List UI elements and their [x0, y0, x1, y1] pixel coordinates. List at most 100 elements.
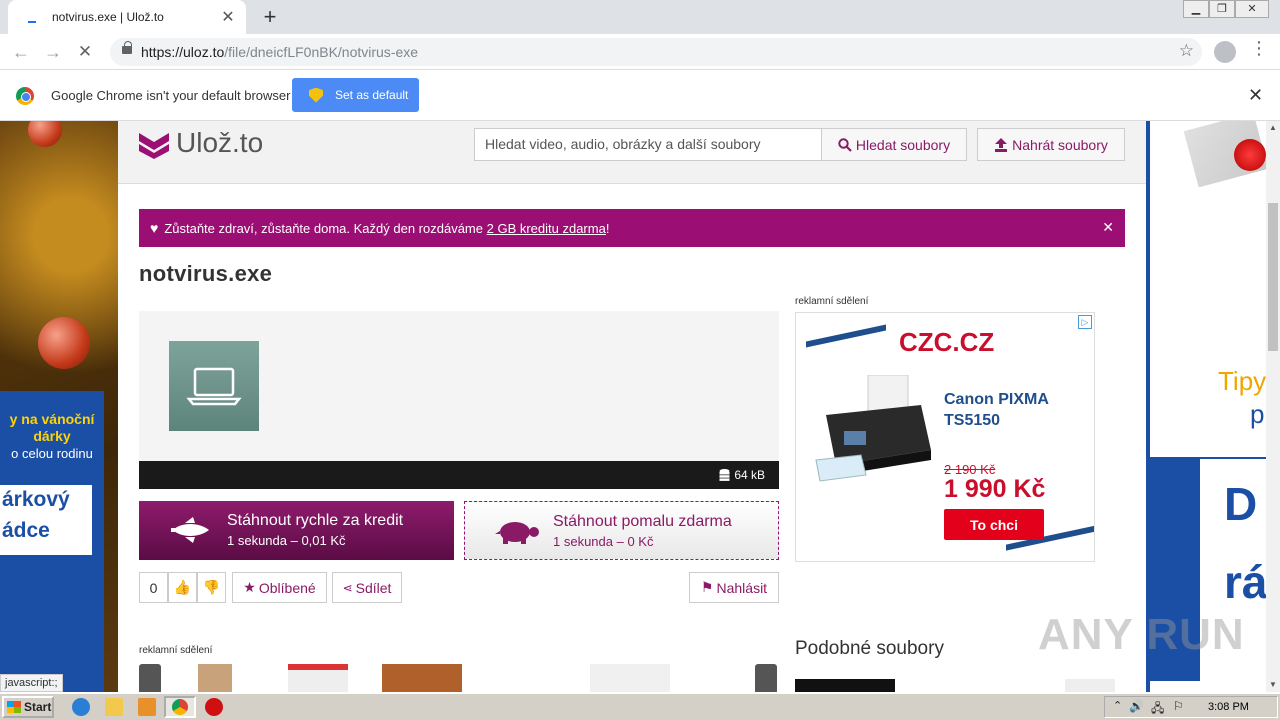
carousel-item[interactable] [198, 664, 232, 692]
flag-tray-icon[interactable]: ⚐ [1173, 699, 1184, 713]
set-default-button[interactable]: Set as default [292, 78, 419, 112]
address-bar[interactable]: https://uloz.to/file/dneicfLF0nBK/notvir… [110, 38, 1202, 66]
thumbs-down-icon: 👎 [202, 579, 221, 595]
czc-ad[interactable]: ▷ CZC.CZ Canon PIXMA TS5150 2 190 Kč 1 99… [795, 312, 1095, 562]
printer-image [815, 375, 931, 482]
report-button[interactable]: ⚑ Nahlásit [689, 572, 779, 603]
ad-label-bottom: reklamní sdělení [139, 645, 213, 656]
ad-cta-button[interactable]: To chci [944, 509, 1044, 540]
ad-decoration [806, 324, 886, 348]
infobar-close-icon[interactable]: ✕ [1248, 85, 1263, 106]
carousel-item[interactable] [382, 664, 462, 692]
ad-product: Canon PIXMA TS5150 [944, 391, 1049, 429]
upload-button-label: Nahrát soubory [1012, 136, 1108, 153]
dislike-button[interactable]: 👎 [197, 572, 226, 603]
network-icon[interactable]: 🖧 [1151, 699, 1164, 720]
heart-icon: ♥ [150, 220, 159, 236]
banner-credit-link[interactable]: 2 GB kreditu zdarma [487, 221, 606, 236]
start-label: Start [24, 700, 52, 714]
new-tab-button[interactable]: + [258, 4, 282, 30]
windows-logo-icon [7, 701, 21, 713]
favorite-button[interactable]: ★ Oblíbené [232, 572, 327, 603]
left-ad-brand: árkový ádce [0, 485, 92, 555]
forward-button[interactable]: → [41, 40, 65, 64]
infobar-message: Google Chrome isn't your default browser [51, 88, 291, 103]
share-label: Sdílet [355, 579, 392, 596]
ad-label: reklamní sdělení [795, 296, 869, 307]
chrome-menu-icon[interactable]: ⋮ [1250, 38, 1268, 59]
uloz-logo-icon[interactable] [139, 129, 169, 159]
folder-icon[interactable] [105, 698, 123, 716]
bookmark-star-icon[interactable]: ☆ [1179, 41, 1194, 61]
ornament-image [28, 121, 62, 147]
opera-icon[interactable] [205, 698, 223, 716]
file-thumbnail [169, 341, 259, 431]
site-header: Ulož.to Hledat video, audio, obrázky a d… [118, 121, 1146, 184]
scroll-down-icon[interactable]: ▼ [1266, 678, 1280, 692]
browser-tab[interactable]: notvirus.exe | Ulož.to ✕ [8, 0, 246, 34]
loading-icon [24, 9, 40, 25]
search-button-label: Hledat soubory [855, 136, 951, 153]
back-button[interactable]: ← [9, 40, 33, 64]
fast-download-button[interactable]: Stáhnout rychle za kredit 1 sekunda – 0,… [139, 501, 454, 560]
search-input[interactable]: Hledat video, audio, obrázky a další sou… [474, 128, 822, 161]
favorite-label: Oblíbené [258, 579, 316, 596]
right-ad-big-text: D [1224, 478, 1258, 530]
upload-icon [995, 137, 1008, 152]
profile-avatar[interactable] [1214, 41, 1236, 63]
like-button[interactable]: 👍 [168, 572, 197, 603]
tab-close-icon[interactable]: ✕ [220, 7, 236, 27]
chrome-icon [172, 699, 188, 715]
rocket-icon [171, 517, 209, 543]
similar-file-thumbnail[interactable] [795, 679, 895, 692]
share-icon: ⋖ [342, 580, 353, 595]
upload-button[interactable]: Nahrát soubory [977, 128, 1125, 161]
site-logo[interactable]: Ulož.to [176, 127, 263, 159]
gift-bow-image [1234, 139, 1266, 171]
clock[interactable]: 3:08 PM [1208, 701, 1249, 713]
media-player-icon[interactable] [138, 698, 156, 716]
right-ad-text: Tipy [1218, 366, 1267, 396]
taskbar: Start ⌃ 🔊 🖧 ⚐ 3:08 PM [0, 692, 1280, 720]
right-side-ad[interactable]: Tipy p D rá [1146, 121, 1269, 681]
maximize-button[interactable]: ❐ [1209, 0, 1235, 18]
volume-icon[interactable]: 🔊 [1129, 699, 1144, 713]
fast-download-title: Stáhnout rychle za kredit [227, 512, 404, 529]
page-viewport: y na vánoční dárky o celou rodinu árkový … [0, 121, 1280, 692]
carousel-item[interactable] [288, 664, 348, 692]
left-ad-brand-line1: árkový [2, 488, 70, 511]
carousel-next-button[interactable] [755, 664, 777, 692]
page-scrollbar[interactable]: ▲ ▼ [1266, 121, 1280, 692]
scroll-up-icon[interactable]: ▲ [1266, 121, 1280, 135]
slow-download-button[interactable]: Stáhnout pomalu zdarma 1 sekunda – 0 Kč [464, 501, 779, 560]
left-side-ad[interactable]: y na vánoční dárky o celou rodinu árkový … [0, 121, 118, 692]
carousel-prev-button[interactable] [139, 664, 161, 692]
search-button[interactable]: Hledat soubory [821, 128, 967, 161]
slow-download-subtitle: 1 sekunda – 0 Kč [553, 534, 654, 549]
chrome-logo-icon [16, 87, 34, 105]
banner-close-icon[interactable]: ✕ [1102, 219, 1114, 236]
carousel-item[interactable] [590, 664, 670, 692]
left-ad-brand-line2: ádce [2, 519, 50, 542]
minimize-button[interactable]: ▁ [1183, 0, 1209, 18]
set-default-label: Set as default [335, 88, 409, 102]
similar-files-heading: Podobné soubory [795, 638, 944, 659]
stop-loading-button[interactable]: ✕ [73, 40, 97, 64]
adchoices-icon[interactable]: ▷ [1078, 315, 1092, 329]
vote-count: 0 [139, 572, 168, 603]
system-tray: ⌃ 🔊 🖧 ⚐ [1104, 696, 1278, 718]
laptop-icon [186, 367, 242, 406]
window-close-button[interactable]: ✕ [1235, 0, 1269, 18]
similar-file-item[interactable] [1065, 679, 1115, 692]
ie-icon[interactable] [72, 698, 90, 716]
tray-expand-icon[interactable]: ⌃ [1113, 699, 1122, 712]
status-bubble: javascript:; [0, 674, 63, 692]
left-ad-headline: y na vánoční dárky [9, 411, 95, 444]
chrome-taskbar-button[interactable] [164, 696, 196, 718]
url-text: https://uloz.to/file/dneicfLF0nBK/notvir… [141, 44, 418, 60]
share-button[interactable]: ⋖ Sdílet [332, 572, 402, 603]
scrollbar-thumb[interactable] [1268, 203, 1278, 351]
start-button[interactable]: Start [2, 696, 54, 718]
page-content: Ulož.to Hledat video, audio, obrázky a d… [118, 121, 1146, 692]
search-icon [838, 137, 852, 152]
